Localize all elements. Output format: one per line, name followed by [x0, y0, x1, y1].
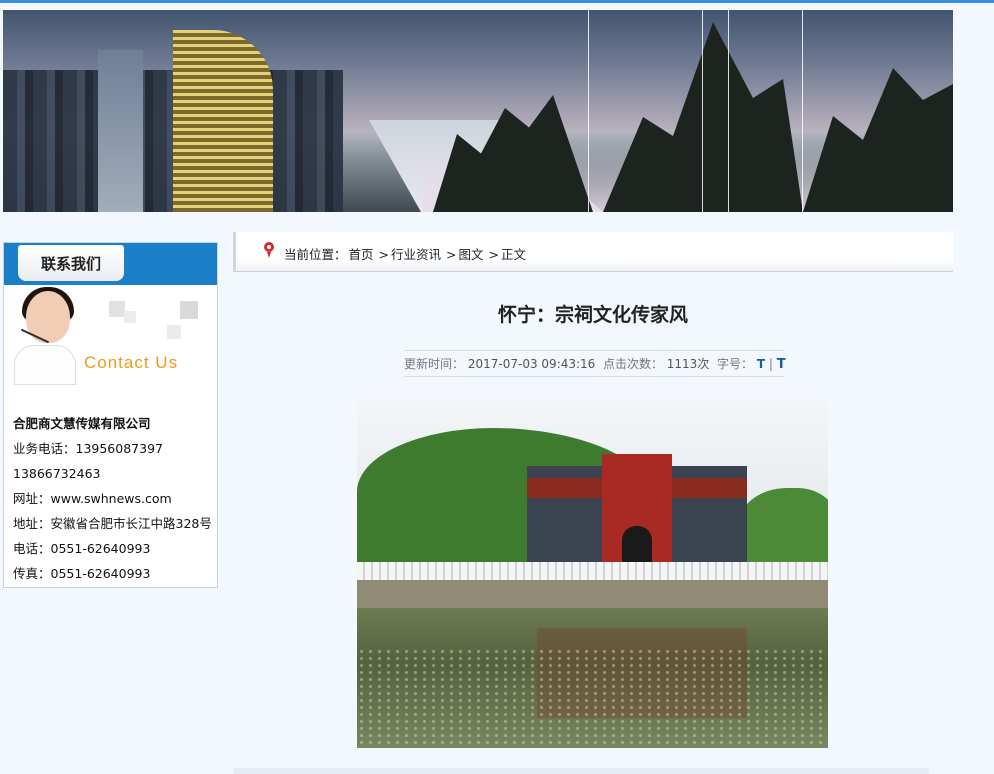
contact-line: 13866732463 [13, 466, 101, 481]
company-name: 合肥商文慧传媒有限公司 [13, 416, 151, 431]
breadcrumb-current: 正文 [501, 247, 527, 262]
contact-info: 合肥商文慧传媒有限公司 业务电话：13956087397 13866732463… [4, 385, 217, 586]
updated-label: 更新时间： [404, 357, 465, 371]
sidebar-title: 联系我们 [18, 245, 124, 281]
breadcrumb-photo-link[interactable]: 图文 [459, 247, 484, 262]
sidebar-header: 联系我们 [4, 243, 217, 285]
content-bottom-bar [233, 768, 929, 774]
contact-us-image: Contact Us [4, 285, 217, 385]
article-meta: 更新时间： 2017-07-03 09:43:16 点击次数： 1113次 字号… [404, 350, 786, 377]
breadcrumb-separator: > [378, 247, 390, 262]
contact-line: 业务电话：13956087397 [13, 441, 163, 456]
font-large-button[interactable]: T [777, 357, 786, 372]
article-title: 怀宁：宗祠文化传家风 [497, 304, 688, 326]
breadcrumb-separator: > [488, 247, 500, 262]
contact-sidebar: 联系我们 Contact Us 合肥商文慧传媒有限公司 业务电话：1395608… [3, 242, 218, 588]
clicks-label: 点击次数： [602, 357, 663, 371]
location-pin-icon [264, 242, 274, 258]
contact-line: 电话：0551-62640993 [13, 541, 151, 556]
breadcrumb: 当前位置： 首页 > 行业资讯 > 图文 > 正文 [233, 232, 953, 272]
article-photo [357, 398, 828, 748]
clicks-value: 1113次 [666, 357, 710, 371]
breadcrumb-separator: > [446, 247, 457, 262]
contact-line: 网址：www.swhnews.com [13, 491, 172, 506]
contact-line: 传真：0551-62640993 [13, 566, 151, 581]
breadcrumb-home-link[interactable]: 首页 [349, 247, 374, 262]
fontsize-label: 字号： [716, 357, 753, 371]
font-small-button[interactable]: T [757, 357, 765, 371]
breadcrumb-prefix: 当前位置： [284, 247, 347, 262]
top-accent-line [0, 0, 994, 3]
updated-value: 2017-07-03 09:43:16 [467, 357, 596, 371]
contact-line: 地址：安徽省合肥市长江中路328号 [13, 516, 212, 531]
breadcrumb-industry-link[interactable]: 行业资讯 [391, 247, 441, 262]
contact-us-text: Contact Us [84, 353, 179, 372]
font-divider: | [768, 357, 773, 371]
header-banner [3, 10, 953, 212]
